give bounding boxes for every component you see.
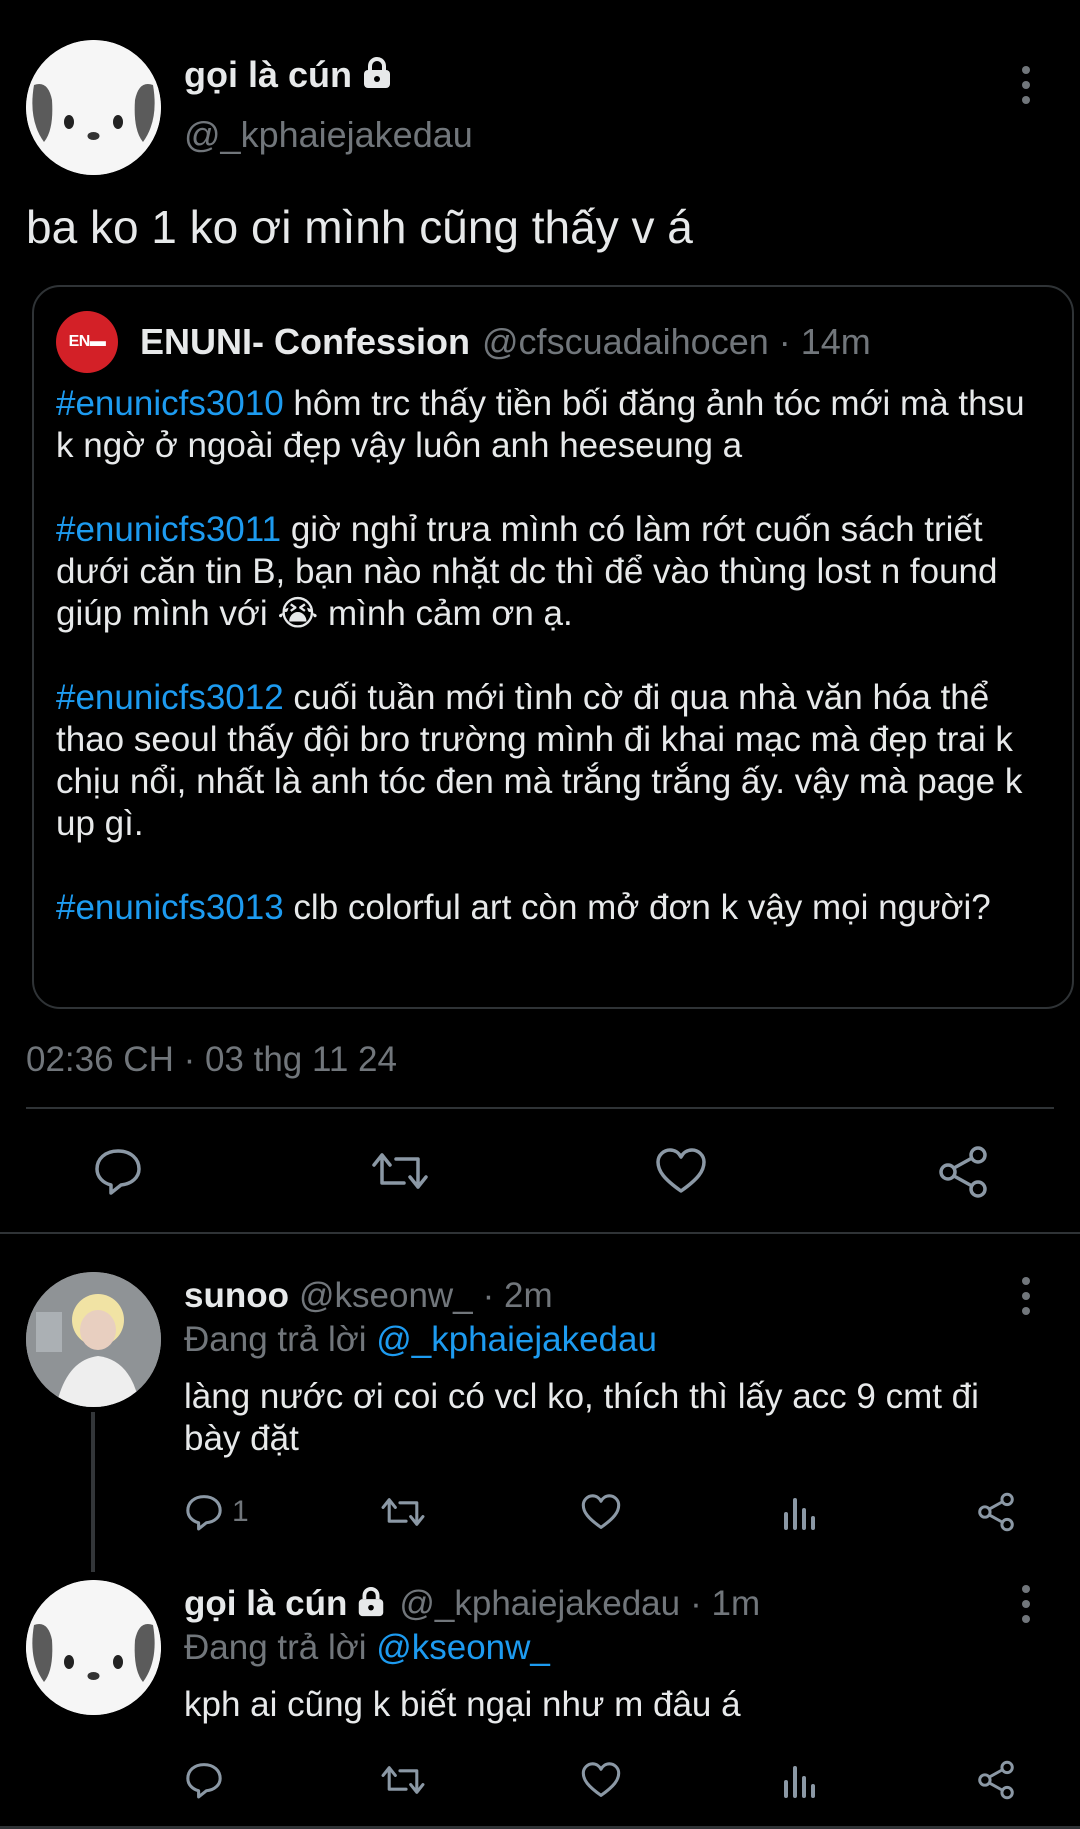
quote-author-row: ENUNI- Confession @cfscuadaihocen · 14m bbox=[140, 321, 871, 363]
reply-author-handle[interactable]: @kseonw_ bbox=[299, 1276, 473, 1316]
replying-to-line: Đang trả lời @kseonw_ bbox=[184, 1628, 550, 1668]
like-icon[interactable] bbox=[580, 1492, 622, 1537]
quote-body: #enunicfs3010 hôm trc thấy tiền bối đăng… bbox=[56, 383, 1036, 929]
reply-avatar[interactable] bbox=[26, 1580, 161, 1715]
quote-post: #enunicfs3010 hôm trc thấy tiền bối đăng… bbox=[56, 383, 1036, 467]
retweet-icon[interactable] bbox=[380, 1492, 426, 1537]
retweet-icon[interactable] bbox=[380, 1760, 426, 1805]
like-icon[interactable] bbox=[580, 1760, 622, 1805]
quote-author-name[interactable]: ENUNI- Confession bbox=[140, 321, 470, 363]
reply-author-name[interactable]: gọi là cún bbox=[184, 1584, 347, 1624]
reply-age: · 2m bbox=[482, 1276, 553, 1315]
hashtag-link[interactable]: #enunicfs3012 bbox=[56, 678, 284, 717]
lock-icon bbox=[360, 56, 394, 95]
reply-age: · 1m bbox=[690, 1584, 761, 1623]
share-icon[interactable] bbox=[976, 1492, 1016, 1537]
quoted-tweet-card[interactable]: EN ▬ ENUNI- Confession @cfscuadaihocen · … bbox=[32, 285, 1074, 1009]
reply-more-icon[interactable] bbox=[1006, 1266, 1046, 1326]
main-more-icon[interactable] bbox=[1006, 55, 1046, 115]
hashtag-link[interactable]: #enunicfs3013 bbox=[56, 888, 284, 927]
main-timestamp[interactable]: 02:36 CH · 03 thg 11 24 bbox=[26, 1040, 397, 1080]
hashtag-link[interactable]: #enunicfs3010 bbox=[56, 384, 284, 423]
reply-avatar[interactable] bbox=[26, 1272, 161, 1407]
replying-prefix: Đang trả lời bbox=[184, 1628, 377, 1667]
reply-count: 1 bbox=[232, 1495, 249, 1528]
reply-actions: 1 bbox=[184, 1492, 1024, 1536]
replying-to-link[interactable]: @kseonw_ bbox=[376, 1628, 550, 1667]
views-icon[interactable] bbox=[780, 1760, 820, 1805]
reply-icon[interactable] bbox=[92, 1145, 144, 1202]
main-author-name[interactable]: gọi là cún bbox=[184, 54, 352, 96]
puppy-avatar-icon bbox=[26, 40, 161, 175]
reply-text: làng nước ơi coi có vcl ko, thích thì lấ… bbox=[184, 1377, 979, 1458]
retweet-icon[interactable] bbox=[370, 1145, 430, 1202]
quote-post-text: clb colorful art còn mở đơn k vậy mọi ng… bbox=[283, 888, 991, 927]
replying-prefix: Đang trả lời bbox=[184, 1320, 377, 1359]
quote-author-handle[interactable]: @cfscuadaihocen bbox=[482, 321, 769, 363]
divider bbox=[0, 1232, 1080, 1234]
puppy-avatar-icon bbox=[26, 1580, 161, 1715]
logo-dash-icon: ▬ bbox=[89, 333, 106, 350]
quote-post: #enunicfs3013 clb colorful art còn mở đơ… bbox=[56, 887, 1036, 929]
reply-1-header: sunoo @kseonw_ · 2m bbox=[184, 1276, 553, 1316]
replying-to-line: Đang trả lời @_kphaiejakedau bbox=[184, 1320, 657, 1360]
reply-icon[interactable] bbox=[184, 1760, 224, 1805]
main-author-row: gọi là cún bbox=[184, 54, 394, 96]
main-tweet-text: ba ko 1 ko ơi mình cũng thấy v á bbox=[26, 201, 693, 253]
reply-actions bbox=[184, 1760, 1024, 1804]
like-icon[interactable] bbox=[654, 1145, 708, 1202]
reply-author-handle[interactable]: @_kphaiejakedau bbox=[399, 1584, 680, 1624]
quote-post: #enunicfs3011 giờ nghỉ trưa mình có làm … bbox=[56, 509, 1036, 635]
reply-author-name[interactable]: sunoo bbox=[184, 1276, 289, 1316]
views-icon[interactable] bbox=[780, 1492, 820, 1537]
thread-line bbox=[91, 1412, 95, 1572]
reply-text: kph ai cũng k biết ngại như m đâu á bbox=[184, 1685, 741, 1724]
reply-more-icon[interactable] bbox=[1006, 1574, 1046, 1634]
user-photo-icon bbox=[26, 1272, 161, 1407]
main-author-handle[interactable]: @_kphaiejakedau bbox=[184, 114, 473, 156]
enuni-logo: EN ▬ bbox=[56, 311, 118, 373]
reply-icon[interactable]: 1 bbox=[184, 1492, 249, 1532]
replying-to-link[interactable]: @_kphaiejakedau bbox=[376, 1320, 657, 1359]
share-icon[interactable] bbox=[936, 1145, 990, 1204]
quote-post: #enunicfs3012 cuối tuần mới tình cờ đi q… bbox=[56, 677, 1036, 845]
hashtag-link[interactable]: #enunicfs3011 bbox=[56, 510, 281, 549]
main-avatar[interactable] bbox=[26, 40, 161, 175]
share-icon[interactable] bbox=[976, 1760, 1016, 1805]
enuni-logo-text: EN bbox=[68, 333, 91, 350]
divider bbox=[26, 1107, 1054, 1109]
lock-icon bbox=[355, 1586, 387, 1623]
quote-age: · 14m bbox=[778, 321, 871, 362]
reply-2-header: gọi là cún @_kphaiejakedau · 1m bbox=[184, 1584, 760, 1624]
